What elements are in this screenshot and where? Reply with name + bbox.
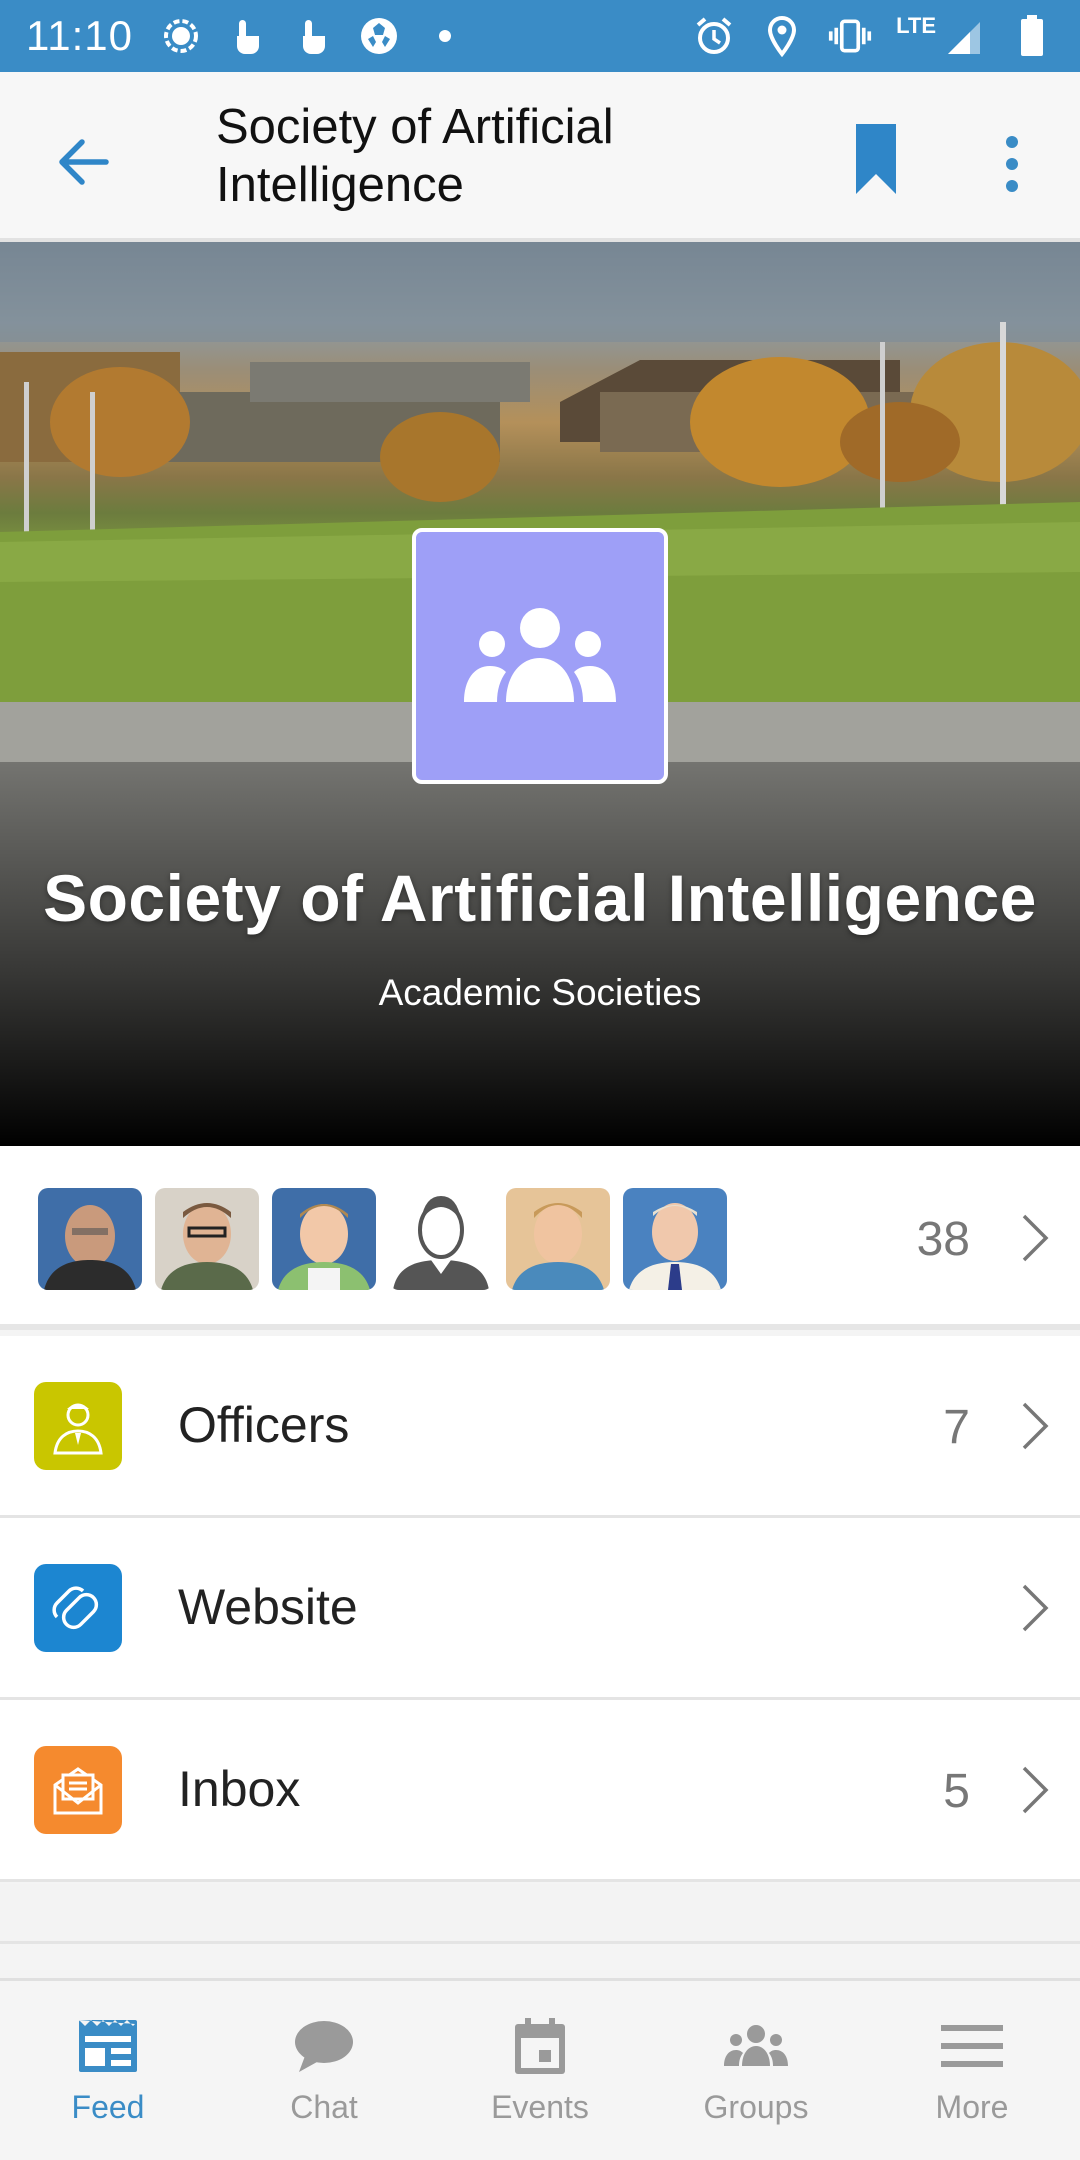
avatar	[155, 1188, 259, 1290]
location-icon	[760, 14, 804, 58]
more-vertical-icon	[1006, 136, 1018, 192]
calendar-icon	[507, 2015, 573, 2077]
bottom-navigation: Feed Chat Events Groups More	[0, 1978, 1080, 2160]
group-icon	[464, 608, 616, 702]
groups-icon	[723, 2015, 789, 2077]
app-bar: Society of Artificial Intelligence	[0, 72, 1080, 242]
soccer-ball-icon	[357, 14, 401, 58]
inbox-row[interactable]: Inbox 5	[0, 1700, 1080, 1882]
menu-icon	[939, 2015, 1005, 2077]
group-cover: Society of Artificial Intelligence Acade…	[0, 242, 1080, 1146]
chat-icon	[291, 2015, 357, 2077]
avatar	[389, 1188, 493, 1290]
section-divider	[0, 1884, 1080, 1944]
link-icon	[34, 1564, 122, 1652]
nav-chat-label: Chat	[290, 2089, 358, 2125]
app-screen: 11:10 LTE Society of Artificial Intellig…	[0, 0, 1080, 2160]
arrow-back-icon	[59, 139, 109, 185]
nav-events[interactable]: Events	[432, 1981, 648, 2160]
officers-count: 7	[943, 1401, 970, 1454]
members-row[interactable]: 38	[0, 1146, 1080, 1330]
chevron-right-icon	[1022, 1402, 1049, 1450]
network-type: LTE	[896, 13, 936, 38]
nav-groups[interactable]: Groups	[648, 1981, 864, 2160]
avatar	[38, 1188, 142, 1290]
group-logo	[412, 528, 668, 784]
members-count: 38	[916, 1213, 970, 1266]
group-name: Society of Artificial Intelligence	[43, 861, 1037, 935]
dot-icon	[423, 14, 467, 58]
website-label: Website	[178, 1579, 358, 1635]
avatar	[623, 1188, 727, 1290]
page-title: Society of Artificial Intelligence	[216, 100, 614, 212]
inbox-label: Inbox	[178, 1761, 301, 1817]
bookmark-button[interactable]	[848, 118, 904, 204]
cell-signal-icon	[942, 14, 986, 58]
more-options-button[interactable]	[990, 124, 1034, 204]
back-button[interactable]	[46, 124, 122, 200]
officers-row[interactable]: Officers 7	[0, 1336, 1080, 1518]
avatar	[272, 1188, 376, 1290]
chevron-right-icon	[1022, 1584, 1049, 1632]
nav-events-label: Events	[491, 2089, 589, 2125]
nav-more[interactable]: More	[864, 1981, 1080, 2160]
bookmark-icon	[856, 124, 896, 194]
alarm-icon	[692, 14, 736, 58]
website-row[interactable]: Website	[0, 1518, 1080, 1700]
envelope-icon	[34, 1746, 122, 1834]
battery-icon	[1010, 14, 1054, 58]
nav-chat[interactable]: Chat	[216, 1981, 432, 2160]
avatar	[506, 1188, 610, 1290]
feed-icon	[75, 2015, 141, 2077]
nav-groups-label: Groups	[703, 2089, 809, 2125]
nav-feed-label: Feed	[71, 2089, 145, 2125]
status-left-icons	[159, 14, 467, 58]
status-right-icons: LTE	[692, 13, 1054, 58]
chevron-right-icon	[1022, 1214, 1049, 1262]
officer-icon	[34, 1382, 122, 1470]
chevron-right-icon	[1022, 1766, 1049, 1814]
touch-icon	[225, 14, 269, 58]
group-category: Academic Societies	[378, 972, 702, 1013]
status-time: 11:10	[26, 12, 133, 59]
messenger-icon	[159, 14, 203, 58]
officers-label: Officers	[178, 1397, 350, 1453]
nav-feed[interactable]: Feed	[0, 1981, 216, 2160]
status-bar: 11:10 LTE	[0, 0, 1080, 72]
inbox-count: 5	[943, 1765, 970, 1818]
nav-more-label: More	[935, 2089, 1009, 2125]
vibrate-icon	[828, 14, 872, 58]
touch-icon	[291, 14, 335, 58]
